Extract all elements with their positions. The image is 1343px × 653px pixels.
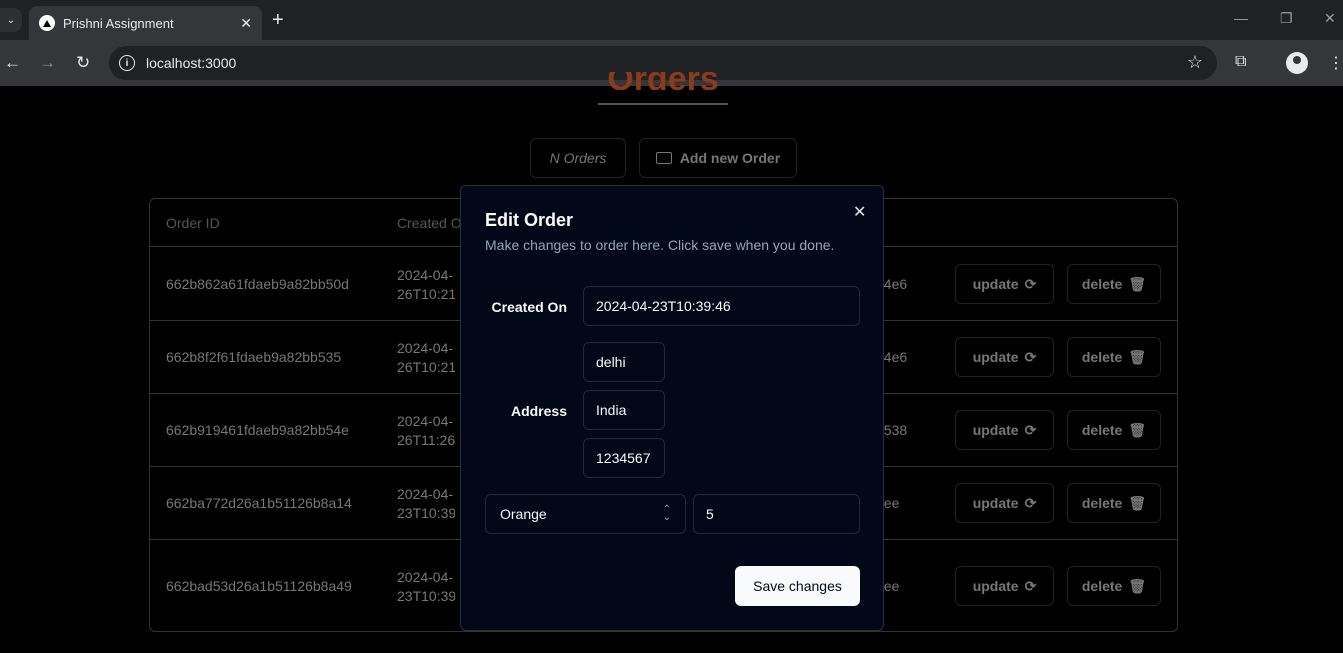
bookmark-star-icon[interactable]: ☆ (1187, 52, 1203, 73)
update-button[interactable]: update ⟳ (955, 483, 1054, 523)
delete-button[interactable]: delete 🗑 (1067, 566, 1161, 606)
orders-count-label: N Orders (549, 150, 607, 166)
add-order-button[interactable]: Add new Order (639, 138, 797, 178)
order-id-cell: 662b8f2f61fdaeb9a82bb535 (166, 349, 342, 365)
refresh-icon: ⟳ (1024, 421, 1037, 438)
address-label: Address (510, 403, 567, 419)
header-order-id: Order ID (166, 215, 220, 231)
refresh-icon: ⟳ (1024, 275, 1037, 292)
product-select[interactable]: Orange ⌃ ⌄ (485, 494, 686, 534)
trash-icon: 🗑 (1128, 421, 1147, 438)
dialog-description: Make changes to order here. Click save w… (485, 237, 835, 253)
address-city-input[interactable]: delhi (583, 342, 665, 382)
update-button[interactable]: update ⟳ (955, 410, 1054, 450)
delete-button[interactable]: delete 🗑 (1067, 483, 1161, 523)
created-on-cell: 2024-04- 23T10:39 (397, 569, 455, 604)
delete-button[interactable]: delete 🗑 (1067, 337, 1161, 377)
site-info-icon[interactable]: i (119, 55, 135, 71)
update-button[interactable]: update ⟳ (955, 264, 1054, 304)
created-on-cell: 2024-04- 26T10:21: (397, 340, 455, 375)
header-created-on: Created O (397, 215, 462, 231)
close-window-icon[interactable]: ✕ (1324, 10, 1336, 27)
new-tab-icon[interactable]: + (272, 9, 284, 31)
update-button[interactable]: update ⟳ (955, 337, 1054, 377)
trash-icon: 🗑 (1128, 275, 1147, 292)
add-order-label: Add new Order (679, 150, 781, 166)
order-id-cell: 662bad53d26a1b51126b8a49 (166, 578, 352, 594)
browser-tab-bar: ⌄ Prishni Assignment ✕ + — ❐ ✕ (0, 0, 1343, 40)
save-changes-button[interactable]: Save changes (735, 566, 860, 606)
page-title-partial: Orders (598, 72, 728, 90)
restore-icon[interactable]: ❐ (1280, 10, 1293, 27)
trash-icon: 🗑 (1128, 348, 1147, 365)
browser-tab[interactable]: Prishni Assignment ✕ (29, 6, 262, 40)
reload-icon[interactable]: ↻ (76, 53, 90, 73)
trash-icon: 🗑 (1128, 494, 1147, 511)
orders-count-button[interactable]: N Orders (530, 138, 626, 178)
created-on-cell: 2024-04- 23T10:39 (397, 486, 455, 521)
order-id-cell: 662b862a61fdaeb9a82bb50d (166, 276, 349, 292)
dialog-title: Edit Order (485, 210, 574, 230)
address-country-input[interactable]: India (583, 390, 665, 430)
url-text[interactable]: localhost:3000 (146, 55, 236, 71)
close-icon[interactable]: ✕ (853, 202, 866, 222)
menu-kebab-icon[interactable]: ⋮ (1328, 53, 1343, 73)
edit-order-dialog: ✕ Edit Order Make changes to order here.… (460, 185, 884, 631)
delete-button[interactable]: delete 🗑 (1067, 410, 1161, 450)
update-button[interactable]: update ⟳ (955, 566, 1054, 606)
refresh-icon: ⟳ (1024, 494, 1037, 511)
created-on-input[interactable]: 2024-04-23T10:39:46 (583, 286, 860, 326)
save-changes-label: Save changes (753, 578, 842, 594)
profile-avatar-icon[interactable] (1286, 52, 1308, 74)
refresh-icon: ⟳ (1024, 348, 1037, 365)
forward-icon[interactable]: → (39, 53, 56, 73)
tab-title: Prishni Assignment (63, 15, 174, 31)
order-id-cell: 662b919461fdaeb9a82bb54e (166, 422, 349, 438)
favicon-icon (39, 15, 55, 31)
minimize-icon[interactable]: — (1234, 10, 1248, 26)
back-icon[interactable]: ← (4, 53, 21, 73)
title-underline (598, 103, 728, 105)
delete-button[interactable]: delete 🗑 (1067, 264, 1161, 304)
order-id-cell: 662ba772d26a1b51126b8a14 (166, 495, 352, 511)
created-on-cell: 2024-04- 26T11:26: (397, 413, 455, 448)
created-on-cell: 2024-04- 26T10:21: (397, 267, 455, 302)
refresh-icon: ⟳ (1024, 577, 1037, 594)
trash-icon: 🗑 (1128, 577, 1147, 594)
tab-close-icon[interactable]: ✕ (240, 15, 252, 32)
extensions-icon[interactable]: ⧉ (1235, 53, 1246, 71)
address-pin-input[interactable]: 1234567 (583, 438, 665, 478)
chevron-up-down-icon: ⌃ ⌄ (662, 504, 671, 523)
quantity-input[interactable]: 5 (693, 494, 860, 534)
product-select-value: Orange (500, 506, 547, 522)
folder-plus-icon (655, 152, 672, 164)
tab-search-icon[interactable]: ⌄ (0, 8, 22, 32)
created-on-label: Created On (491, 299, 567, 315)
